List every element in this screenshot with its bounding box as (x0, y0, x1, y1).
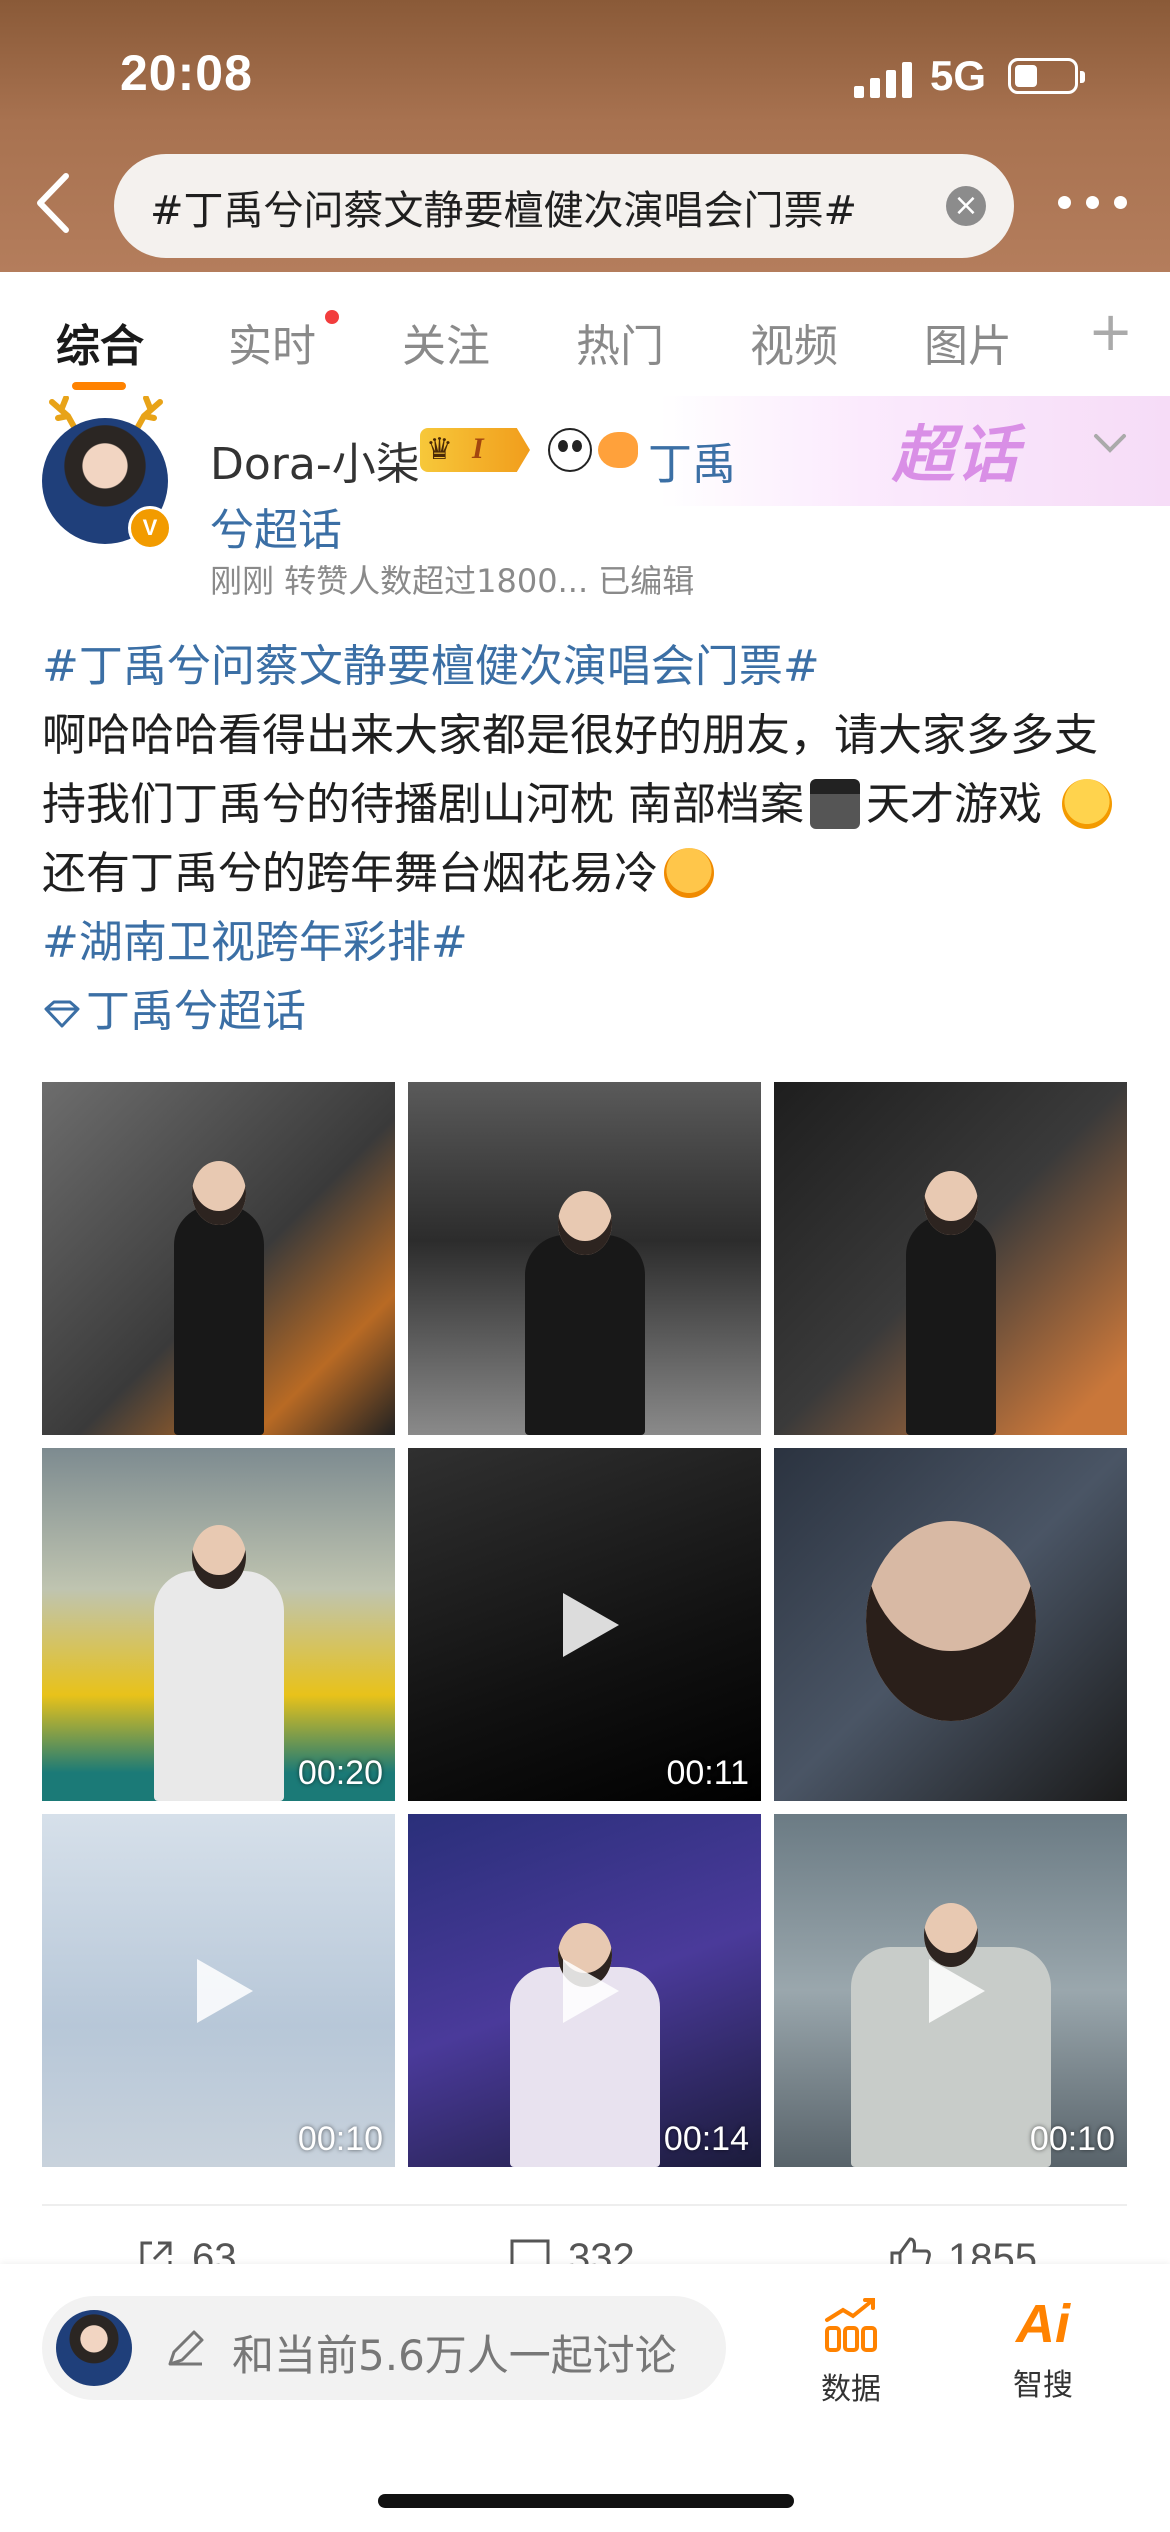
back-button[interactable] (32, 172, 82, 242)
clapperboard-emoji-icon (810, 779, 860, 829)
chevron-down-icon[interactable] (1090, 428, 1130, 458)
post-text-part2: 天才游戏 (866, 779, 1056, 830)
video-duration: 00:11 (666, 1754, 749, 1792)
post-text: #丁禹兮问蔡文静要檀健次演唱会门票# 啊哈哈哈看得出来大家都是很好的朋友，请大家… (42, 632, 1132, 1046)
play-icon (562, 1958, 619, 2023)
hashtag-link[interactable]: #丁禹兮问蔡文静要檀健次演唱会门票# (42, 641, 820, 692)
tab-following[interactable]: 关注 (402, 310, 490, 374)
search-query: #丁禹兮问蔡文静要檀健次演唱会门票# (150, 188, 858, 234)
video-thumbnail[interactable]: 00:20 (42, 1448, 395, 1801)
data-label: 数据 (821, 2372, 881, 2407)
member-crown-icon: ♛ I (420, 428, 530, 472)
supertopic-tag-label: 丁禹兮超话 (86, 986, 306, 1037)
video-thumbnail[interactable]: 00:11 (408, 1448, 761, 1801)
video-thumbnail[interactable]: 00:10 (42, 1814, 395, 2167)
verified-badge-icon: V (128, 506, 172, 550)
supertopic-link-cont[interactable]: 兮超话 (210, 494, 342, 558)
tab-bar: 综合 实时 关注 热门 视频 图片 + (0, 272, 1170, 392)
my-avatar (56, 2310, 132, 2386)
heart-eyes-emoji-icon (664, 848, 714, 898)
ai-search-label: 智搜 (1013, 2368, 1073, 2403)
add-tab-button[interactable]: + (1088, 300, 1133, 363)
post-text-part3: 还有丁禹兮的跨年舞台烟花易冷 (42, 848, 658, 899)
video-duration: 00:14 (663, 2120, 749, 2158)
header: 20:08 5G #丁禹兮问蔡文静要檀健次演唱会门票# × (0, 0, 1170, 272)
search-input[interactable]: #丁禹兮问蔡文静要檀健次演唱会门票# × (114, 154, 1014, 258)
new-content-dot (325, 310, 339, 324)
media-grid: 00:20 00:11 00:10 00:14 00:10 (42, 1082, 1127, 2167)
video-thumbnail[interactable]: 00:10 (774, 1814, 1127, 2167)
media-thumbnail[interactable] (42, 1082, 395, 1435)
supertopic-banner-label: 超话 (892, 418, 1021, 491)
tab-pictures[interactable]: 图片 (924, 310, 1012, 374)
divider (42, 2204, 1127, 2206)
back-arrow-icon (37, 173, 69, 233)
play-icon (196, 1958, 253, 2023)
more-options-button[interactable] (1058, 196, 1128, 216)
video-duration: 00:10 (297, 2120, 383, 2158)
active-tab-indicator (72, 382, 126, 390)
video-duration: 00:10 (1029, 2120, 1115, 2158)
signal-icon (854, 58, 916, 98)
home-indicator[interactable] (378, 2494, 794, 2508)
member-level: I (472, 432, 484, 465)
video-thumbnail[interactable]: 00:14 (408, 1814, 761, 2167)
author-username[interactable]: Dora-小柒 (210, 428, 420, 492)
clear-search-button[interactable]: × (946, 186, 986, 226)
data-button[interactable]: 数据 (796, 2294, 906, 2408)
fish-icon (598, 432, 638, 468)
discussion-placeholder: 和当前5.6万人一起讨论 (232, 2331, 677, 2380)
supertopic-tag-link[interactable]: 丁禹兮超话 (42, 986, 306, 1037)
pencil-icon (168, 2330, 204, 2366)
post-meta: 刚刚 转赞人数超过1800... 已编辑 (210, 562, 695, 600)
tab-realtime[interactable]: 实时 (228, 310, 316, 374)
ai-search-button[interactable]: Ai 智搜 (988, 2294, 1098, 2404)
play-icon (562, 1592, 619, 1657)
supertopic-link[interactable]: 丁禹 (648, 428, 736, 492)
hearts-face-emoji-icon (1062, 779, 1112, 829)
diamond-icon (44, 1000, 80, 1028)
network-label: 5G (930, 52, 987, 99)
chart-icon (825, 2298, 877, 2352)
ai-icon: Ai (1016, 2294, 1070, 2354)
hashtag-link[interactable]: #湖南卫视跨年彩排# (42, 917, 468, 968)
play-icon (928, 1958, 985, 2023)
tab-hot[interactable]: 热门 (576, 310, 664, 374)
bottom-bar: 和当前5.6万人一起讨论 数据 Ai 智搜 (0, 2264, 1170, 2532)
media-thumbnail[interactable] (774, 1082, 1127, 1435)
video-duration: 00:20 (297, 1754, 383, 1792)
tab-comprehensive[interactable]: 综合 (56, 310, 144, 374)
status-time: 20:08 (120, 45, 253, 101)
panda-icon (548, 428, 592, 472)
discussion-input[interactable]: 和当前5.6万人一起讨论 (42, 2296, 726, 2400)
battery-icon (1008, 58, 1085, 94)
media-thumbnail[interactable] (774, 1448, 1127, 1801)
tab-video[interactable]: 视频 (750, 310, 838, 374)
media-thumbnail[interactable] (408, 1082, 761, 1435)
